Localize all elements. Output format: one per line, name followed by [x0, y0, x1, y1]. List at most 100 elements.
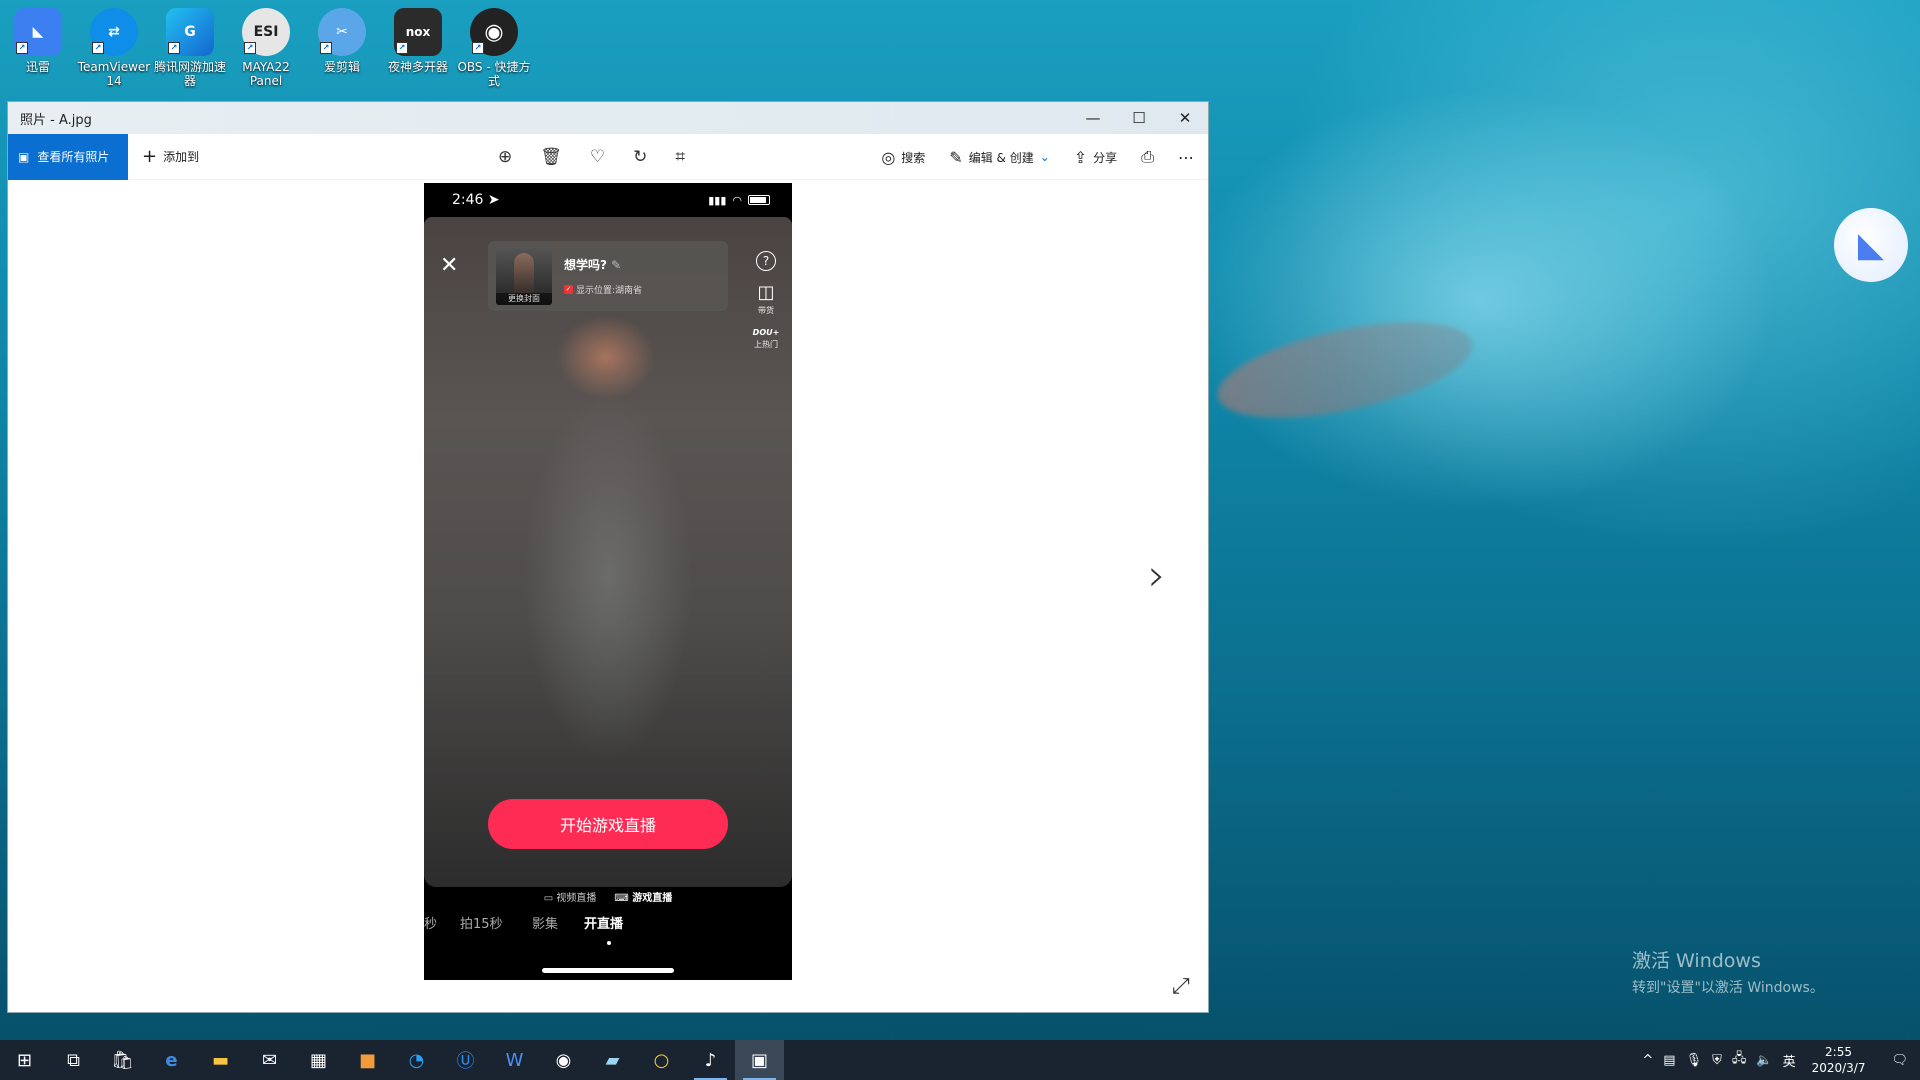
shopping-bag-icon: ◫: [757, 282, 775, 303]
desktop-icon-xunlei[interactable]: ◣ ↗ 迅雷: [0, 0, 76, 100]
tray-overflow-chevron-icon[interactable]: ^: [1642, 1053, 1653, 1068]
home-indicator: [542, 968, 674, 973]
desktop-icon-label: MAYA22 Panel: [242, 60, 290, 88]
photo-icon: ▣: [18, 149, 30, 164]
edit-create-label: 编辑 & 创建: [968, 150, 1034, 165]
taskbar-photos[interactable]: ▣: [735, 1040, 784, 1080]
favorite-icon[interactable]: ♡: [590, 147, 605, 167]
windows-logo-icon: ⊞: [16, 1049, 33, 1071]
checkbox-icon: ✓: [564, 285, 573, 294]
live-side-tools: ? ◫ 带货 DOU+ 上热门: [752, 251, 780, 350]
visual-search-icon: ◎: [881, 147, 896, 167]
rotate-icon[interactable]: ↻: [633, 147, 647, 167]
more-options-icon[interactable]: ⋯: [1178, 148, 1194, 167]
mode-game-live: ⌨ 游戏直播: [614, 889, 672, 904]
desktop-icon-label: 迅雷: [25, 60, 50, 74]
view-all-photos-button[interactable]: ▣ 查看所有照片: [8, 133, 128, 180]
title-bar[interactable]: 照片 - A.jpg — ☐ ✕: [8, 102, 1208, 134]
browser-icon: ◔: [408, 1049, 425, 1071]
wallpaper-diver: [1209, 303, 1481, 437]
video-icon: ▭: [543, 893, 554, 904]
tiktok-icon: ♪: [704, 1049, 717, 1071]
taskbar-app-u[interactable]: Ⓤ: [441, 1040, 490, 1080]
task-view-button[interactable]: ⧉: [49, 1040, 98, 1080]
security-shield-icon[interactable]: ⛨: [1712, 1053, 1722, 1068]
zoom-icon[interactable]: ⊕: [498, 147, 512, 167]
share-button[interactable]: ⇪ 分享: [1074, 148, 1117, 167]
desktop-icon-label: OBS - 快捷方式: [457, 60, 531, 88]
live-info-card: 更换封面 想学吗? ✎ ✓ 显示位置:湖南省: [488, 241, 728, 311]
taskbar-tiktok[interactable]: ♪: [686, 1040, 735, 1080]
pencil-icon: ✎: [611, 258, 622, 272]
notification-center-icon[interactable]: 🗨: [1891, 1053, 1908, 1068]
xunlei-icon: ◣ ↗: [14, 8, 62, 56]
fullscreen-expand-icon[interactable]: ⤢: [1172, 974, 1190, 999]
activate-windows-watermark: 激活 Windows 转到"设置"以激活 Windows。: [1632, 946, 1824, 997]
next-photo-chevron-icon[interactable]: ›: [1148, 550, 1166, 601]
cover-thumbnail: 更换封面: [496, 247, 552, 305]
edit-create-button[interactable]: ✎ 编辑 & 创建 ⌄: [949, 148, 1049, 167]
toolbar-center-tools: ⊕ 🗑 ♡ ↻ ⌗: [498, 134, 685, 180]
phone-time: 2:46 ➤: [452, 192, 500, 208]
paint-app-icon: ■: [358, 1049, 376, 1071]
taskbar-store[interactable]: 🛍: [98, 1040, 147, 1080]
delete-icon[interactable]: 🗑: [540, 147, 562, 167]
ime-indicator[interactable]: 英: [1783, 1051, 1796, 1070]
desktop-icon-label: 腾讯网游加速器: [153, 60, 226, 88]
photos-toolbar: ▣ 查看所有照片 + 添加到 ⊕ 🗑 ♡ ↻ ⌗ ◎ 搜索 ✎ 编辑 & 创建 …: [8, 133, 1208, 180]
desktop-icon-tencent-accelerator[interactable]: G ↗ 腾讯网游加速器: [152, 0, 228, 100]
desktop-icon-maya22[interactable]: ESI ↗ MAYA22 Panel: [228, 0, 304, 100]
xunlei-floating-icon[interactable]: ◣: [1834, 208, 1908, 282]
crop-icon[interactable]: ⌗: [675, 147, 685, 167]
close-icon: ✕: [440, 253, 459, 278]
tray-app-icon[interactable]: ▤: [1663, 1053, 1675, 1068]
plus-icon: +: [142, 146, 158, 167]
add-to-button[interactable]: + 添加到: [142, 146, 199, 167]
microphone-icon[interactable]: 🎙: [1686, 1053, 1703, 1068]
view-all-label: 查看所有照片: [37, 150, 110, 164]
obs-icon: ◉ ↗: [470, 8, 518, 56]
taskbar-obs[interactable]: ◉: [539, 1040, 588, 1080]
mail-icon: ✉: [261, 1049, 278, 1071]
folder-icon: ▬: [211, 1049, 229, 1071]
taskbar-wps[interactable]: W: [490, 1040, 539, 1080]
taskbar-edge[interactable]: e: [147, 1040, 196, 1080]
desktop-icon-teamviewer[interactable]: ⇄ ↗ TeamViewer 14: [76, 0, 152, 100]
desktop-icon-nox-multi[interactable]: nox ↗ 夜神多开器: [380, 0, 456, 100]
dou-plus-logo: DOU+: [752, 328, 780, 337]
live-title-text: 想学吗?: [564, 258, 607, 272]
taskbar-ring-app[interactable]: ○: [637, 1040, 686, 1080]
desktop-icon-obs[interactable]: ◉ ↗ OBS - 快捷方式: [456, 0, 532, 100]
desktop-icon-label: TeamViewer 14: [77, 60, 151, 88]
taskbar: ⊞ ⧉ 🛍 e ▬ ✉ ▦ ■ ◔ Ⓤ W ◉ ▰ ○ ♪ ▣ ^ ▤ 🎙 ⛨ …: [0, 1040, 1920, 1080]
live-title: 想学吗? ✎: [564, 256, 642, 273]
photos-icon: ▣: [750, 1049, 768, 1071]
activate-line1: 激活 Windows: [1632, 950, 1761, 972]
mode-video-label: 视频直播: [556, 893, 597, 904]
start-button[interactable]: ⊞: [0, 1040, 49, 1080]
taskbar-mail[interactable]: ✉: [245, 1040, 294, 1080]
taskbar-clock[interactable]: 2:55 2020/3/7: [1812, 1044, 1866, 1076]
taskbar-notes[interactable]: ▰: [588, 1040, 637, 1080]
taskbar-paint-app[interactable]: ■: [343, 1040, 392, 1080]
wps-writer-icon: W: [505, 1049, 524, 1071]
phone-status-bar: 2:46 ➤ ▮▮▮ ◠: [424, 183, 792, 217]
print-icon[interactable]: ⎙: [1141, 147, 1154, 167]
share-icon: ⇪: [1073, 147, 1088, 167]
activate-line2: 转到"设置"以激活 Windows。: [1632, 980, 1824, 996]
taskbar-calculator[interactable]: ▦: [294, 1040, 343, 1080]
desktop-icon-aijianji[interactable]: ✂ ↗ 爱剪辑: [304, 0, 380, 100]
search-button[interactable]: ◎ 搜索: [881, 148, 925, 167]
clock-time: 2:55: [1825, 1045, 1852, 1059]
minimize-button[interactable]: —: [1070, 102, 1116, 134]
camera-mode-tabs: 秒 拍15秒 影集 开直播: [424, 913, 792, 953]
maximize-button[interactable]: ☐: [1116, 102, 1162, 134]
desktop-icon-label: 夜神多开器: [387, 60, 448, 74]
store-bag-icon: 🛍: [111, 1049, 134, 1071]
close-button[interactable]: ✕: [1162, 102, 1208, 134]
wifi-icon: ◠: [732, 193, 742, 207]
taskbar-explorer[interactable]: ▬: [196, 1040, 245, 1080]
network-icon[interactable]: 🖧: [1732, 1049, 1747, 1071]
volume-icon[interactable]: 🔈: [1756, 1053, 1772, 1068]
taskbar-browser[interactable]: ◔: [392, 1040, 441, 1080]
